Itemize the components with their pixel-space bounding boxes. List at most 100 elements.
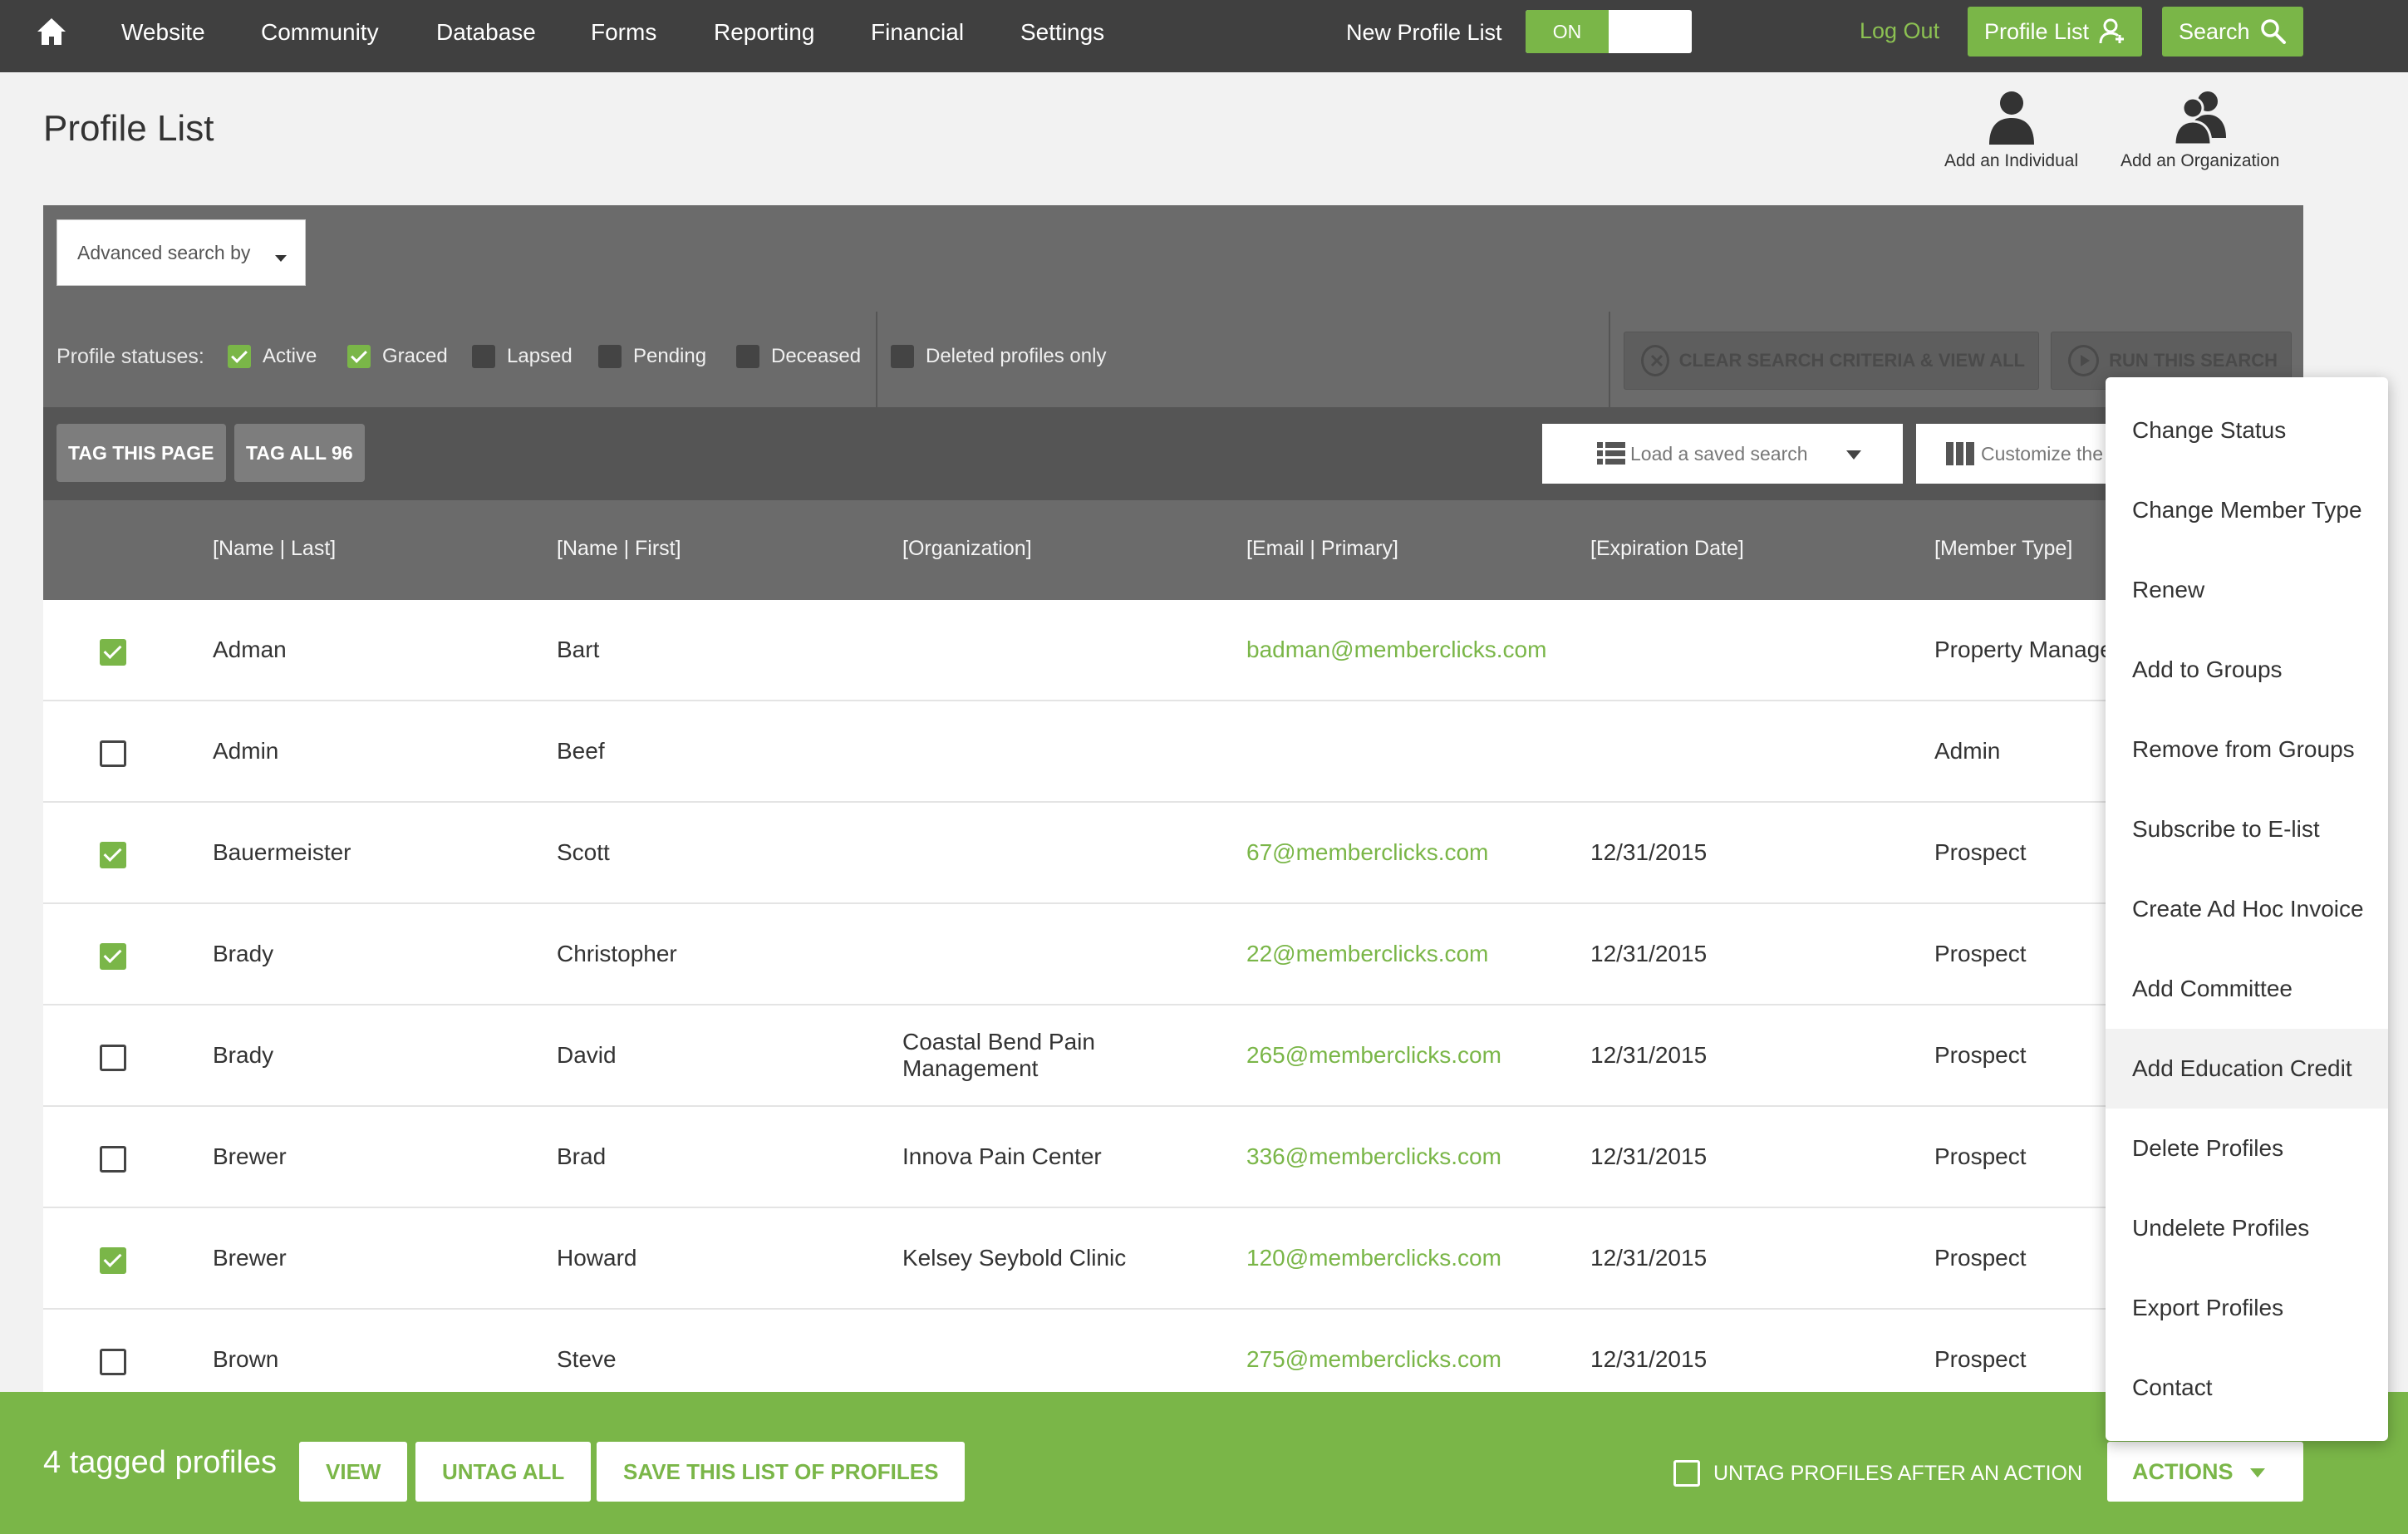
- menu-item-export-profiles[interactable]: Export Profiles: [2106, 1268, 2388, 1348]
- column-header-member-type[interactable]: [Member Type]: [1934, 537, 2072, 561]
- cell-last-name: Bauermeister: [213, 839, 351, 865]
- view-button[interactable]: VIEW: [299, 1442, 408, 1502]
- row-checkbox[interactable]: [100, 1146, 126, 1173]
- untag-all-button[interactable]: UNTAG ALL: [415, 1442, 592, 1502]
- actions-button-label: ACTIONS: [2132, 1459, 2234, 1484]
- tag-this-page-button[interactable]: TAG THIS PAGE: [57, 424, 226, 482]
- table-row[interactable]: Brewer Brad Innova Pain Center 336@membe…: [43, 1107, 2303, 1208]
- search-button[interactable]: Search: [2162, 7, 2303, 57]
- untag-after-action-checkbox[interactable]: [1673, 1460, 1700, 1487]
- load-saved-search-select[interactable]: Load a saved search: [1542, 424, 1903, 484]
- menu-item-add-to-groups[interactable]: Add to Groups: [2106, 630, 2388, 710]
- clear-search-button[interactable]: CLEAR SEARCH CRITERIA & VIEW ALL: [1624, 332, 2039, 390]
- deleted-only-option[interactable]: Deleted profiles only: [891, 345, 1106, 368]
- row-checkbox[interactable]: [100, 639, 126, 666]
- untag-after-action-option[interactable]: UNTAG PROFILES AFTER AN ACTION: [1673, 1460, 2082, 1487]
- save-list-button[interactable]: SAVE THIS LIST OF PROFILES: [597, 1442, 966, 1502]
- table-row[interactable]: Brady David Coastal Bend Pain Management…: [43, 1005, 2303, 1107]
- row-checkbox[interactable]: [100, 1045, 126, 1071]
- cell-expiration: 12/31/2015: [1590, 1042, 1708, 1068]
- cell-member-type: Prospect: [1934, 1346, 2027, 1372]
- cell-expiration: 12/31/2015: [1590, 839, 1708, 865]
- add-individual-button[interactable]: Add an Individual: [1944, 88, 2078, 171]
- deleted-only-checkbox[interactable]: [891, 345, 914, 368]
- cell-email[interactable]: 336@memberclicks.com: [1246, 1143, 1501, 1170]
- column-header-last-name[interactable]: [Name | Last]: [213, 537, 336, 561]
- menu-item-add-committee[interactable]: Add Committee: [2106, 949, 2388, 1029]
- row-checkbox[interactable]: [100, 740, 126, 767]
- table-row[interactable]: Brown Steve 275@memberclicks.com 12/31/2…: [43, 1310, 2303, 1394]
- close-circle-icon: [1641, 345, 1669, 376]
- column-header-email[interactable]: [Email | Primary]: [1246, 537, 1398, 561]
- menu-item-create-ad-hoc-invoice[interactable]: Create Ad Hoc Invoice: [2106, 869, 2388, 949]
- logout-link[interactable]: Log Out: [1860, 18, 1939, 44]
- table-row[interactable]: Brady Christopher 22@memberclicks.com 12…: [43, 904, 2303, 1005]
- cell-email[interactable]: 120@memberclicks.com: [1246, 1245, 1501, 1271]
- status-pending-option[interactable]: Pending: [598, 345, 706, 368]
- status-lapsed-option[interactable]: Lapsed: [472, 345, 573, 368]
- status-active-checkbox[interactable]: [228, 345, 251, 368]
- nav-reporting[interactable]: Reporting: [714, 18, 814, 47]
- untag-after-action-label: UNTAG PROFILES AFTER AN ACTION: [1713, 1461, 2083, 1485]
- status-deceased-option[interactable]: Deceased: [736, 345, 861, 368]
- row-checkbox[interactable]: [100, 1247, 126, 1274]
- menu-item-renew[interactable]: Renew: [2106, 550, 2388, 630]
- status-pending-checkbox[interactable]: [598, 345, 622, 368]
- row-checkbox[interactable]: [100, 943, 126, 970]
- table-row[interactable]: Admin Beef Admin: [43, 701, 2303, 803]
- user-add-icon: [2099, 18, 2125, 44]
- add-organization-label: Add an Organization: [2121, 151, 2280, 170]
- menu-item-change-status[interactable]: Change Status: [2106, 391, 2388, 470]
- status-lapsed-checkbox[interactable]: [472, 345, 495, 368]
- cell-member-type: Prospect: [1934, 941, 2027, 966]
- column-header-first-name[interactable]: [Name | First]: [557, 537, 681, 561]
- load-saved-search-label: Load a saved search: [1630, 443, 1808, 465]
- table-row[interactable]: Bauermeister Scott 67@memberclicks.com 1…: [43, 803, 2303, 904]
- nav-financial[interactable]: Financial: [871, 18, 964, 47]
- menu-item-remove-from-groups[interactable]: Remove from Groups: [2106, 710, 2388, 789]
- cell-last-name: Brady: [213, 1042, 274, 1068]
- nav-database[interactable]: Database: [436, 18, 536, 47]
- status-active-label: Active: [263, 345, 317, 367]
- menu-item-subscribe-to-e-list[interactable]: Subscribe to E-list: [2106, 789, 2388, 869]
- table-row[interactable]: Brewer Howard Kelsey Seybold Clinic 120@…: [43, 1208, 2303, 1310]
- actions-dropdown-menu: Change Status Change Member Type Renew Add …: [2106, 377, 2388, 1441]
- add-organization-button[interactable]: Add an Organization: [2121, 88, 2279, 171]
- menu-item-delete-profiles[interactable]: Delete Profiles: [2106, 1109, 2388, 1188]
- column-header-organization[interactable]: [Organization]: [902, 537, 1032, 561]
- cell-expiration: 12/31/2015: [1590, 1346, 1708, 1372]
- status-deceased-checkbox[interactable]: [736, 345, 759, 368]
- cell-first-name: Beef: [557, 738, 605, 764]
- profile-list-button[interactable]: Profile List: [1968, 7, 2143, 57]
- tag-all-button[interactable]: TAG ALL 96: [234, 424, 365, 482]
- menu-item-change-member-type[interactable]: Change Member Type: [2106, 470, 2388, 550]
- cell-email[interactable]: 22@memberclicks.com: [1246, 941, 1488, 967]
- chevron-down-icon: [2250, 1468, 2265, 1477]
- cell-email[interactable]: 67@memberclicks.com: [1246, 839, 1488, 866]
- nav-community[interactable]: Community: [261, 18, 379, 47]
- nav-forms[interactable]: Forms: [591, 18, 656, 47]
- nav-settings[interactable]: Settings: [1020, 18, 1104, 47]
- row-checkbox[interactable]: [100, 1349, 126, 1375]
- menu-item-contact[interactable]: Contact: [2106, 1348, 2388, 1428]
- cell-email[interactable]: badman@memberclicks.com: [1246, 637, 1546, 663]
- status-active-option[interactable]: Active: [228, 345, 317, 368]
- cell-first-name: Brad: [557, 1143, 607, 1169]
- cell-email[interactable]: 265@memberclicks.com: [1246, 1042, 1501, 1069]
- menu-item-undelete-profiles[interactable]: Undelete Profiles: [2106, 1188, 2388, 1268]
- cell-organization: Kelsey Seybold Clinic: [902, 1245, 1127, 1271]
- cell-email[interactable]: 275@memberclicks.com: [1246, 1346, 1501, 1373]
- actions-button[interactable]: ACTIONS: [2107, 1442, 2303, 1502]
- row-checkbox[interactable]: [100, 842, 126, 868]
- status-graced-checkbox[interactable]: [347, 345, 371, 368]
- table-row[interactable]: Adman Bart badman@memberclicks.com Prope…: [43, 600, 2303, 701]
- top-navigation: Website Community Database Forms Reporti…: [0, 0, 2408, 72]
- new-profile-list-toggle[interactable]: ON: [1526, 10, 1692, 53]
- status-graced-option[interactable]: Graced: [347, 345, 448, 368]
- advanced-search-select[interactable]: Advanced search by: [57, 219, 306, 286]
- home-icon[interactable]: [35, 15, 68, 48]
- column-header-expiration[interactable]: [Expiration Date]: [1590, 537, 1744, 561]
- profile-list-button-label: Profile List: [1984, 19, 2090, 44]
- menu-item-add-education-credit[interactable]: Add Education Credit: [2106, 1029, 2388, 1109]
- nav-website[interactable]: Website: [121, 18, 205, 47]
